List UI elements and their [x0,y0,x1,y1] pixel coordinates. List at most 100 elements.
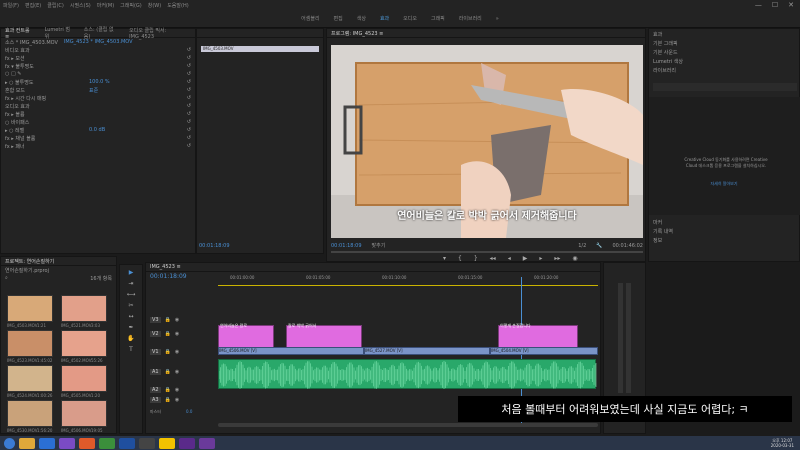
learn-more-link[interactable]: 자세히 알아보기 [689,181,759,187]
reset-icon[interactable]: ↺ [187,63,195,69]
project-thumbnail[interactable] [61,365,107,392]
effect-row[interactable]: fx ▸ 패너 ↺ [1,142,195,150]
tab-audio[interactable]: 오디오 [403,15,417,22]
lock-icon[interactable]: 🔒 [165,349,171,355]
marker-icon[interactable]: ▾ [443,255,446,262]
eye-icon[interactable]: ◉ [175,349,179,355]
step-back-icon[interactable]: ◂◂ [490,255,496,262]
hand-icon[interactable]: ✋ [127,335,134,342]
project-thumbnail[interactable] [61,330,107,357]
ripple-edit-icon[interactable]: ⟷ [127,291,136,298]
tab-effects[interactable]: 효과 [380,15,389,22]
lock-icon[interactable]: 🔒 [165,369,171,375]
right-panel-tab[interactable]: 라이브러리 [653,67,795,76]
prev-frame-icon[interactable]: ◂ [508,255,511,262]
library-search[interactable] [653,83,797,91]
photoshop-icon[interactable] [119,437,135,449]
reset-icon[interactable]: ↺ [187,47,195,53]
kakaotalk-icon[interactable] [159,437,175,449]
tab-audio-clip-mixer[interactable]: 오디오 클립 믹서: IMG_4523 [129,27,191,40]
menu-edit[interactable]: 편집(E) [25,2,41,9]
start-button-icon[interactable] [4,437,15,449]
video-clip[interactable]: IMG_4504.MOV [V] [490,347,598,355]
lock-icon[interactable]: 🔒 [165,331,171,337]
tab-editing[interactable]: 편집 [334,15,343,22]
effect-row[interactable]: ○ 바이패스 ↺ [1,118,195,126]
more-workspaces-icon[interactable]: » [496,16,499,22]
menu-sequence[interactable]: 시퀀스(S) [70,2,91,9]
tab-color[interactable]: 색상 [357,15,366,22]
effect-row[interactable]: ▸ ○ 불투명도 100.0 % ↺ [1,78,195,86]
timeline-scrollbar[interactable] [218,423,598,427]
project-thumbnail[interactable] [61,400,107,427]
track-header[interactable]: A1 🔒 ◉ [146,367,218,376]
effect-row[interactable]: fx ▸ 볼륨 ↺ [1,110,195,118]
right-panel-bottom-tab[interactable]: 마커 [653,219,673,228]
right-panel-bottom-tab[interactable]: 기록 내역 [653,228,673,237]
clock-date[interactable]: 2020-03-31 [771,443,794,448]
project-thumbnail[interactable] [7,400,53,427]
effect-row[interactable]: fx ▸ 채널 볼륨 ↺ [1,134,195,142]
project-thumbnail[interactable] [7,330,53,357]
effect-row[interactable]: fx ▾ 불투명도 ↺ [1,62,195,70]
reset-icon[interactable]: ↺ [187,103,195,109]
export-frame-icon[interactable]: ◉ [572,255,577,262]
clip-label[interactable]: IMG_4523 * IMG_4503.MOV [64,39,133,45]
out-point-icon[interactable]: } [474,255,478,262]
tab-libraries[interactable]: 라이브러리 [459,15,482,22]
video-clip[interactable]: IMG_4527.MOV [V] [364,347,490,355]
audio-clip[interactable] [218,359,598,389]
right-panel-tab[interactable]: 기본 그래픽 [653,40,795,49]
program-scrubber[interactable] [331,251,643,253]
quality-select[interactable]: 1/2 [578,243,586,249]
timeline-ruler[interactable]: 00:01:00:00 00:01:05:00 00:01:10:00 00:01:1… [218,275,598,289]
effect-row[interactable]: fx ▸ 모션 ↺ [1,54,195,62]
reset-icon[interactable]: ↺ [187,87,195,93]
right-panel-tab[interactable]: Lumetri 색상 [653,58,795,67]
close-icon[interactable]: ✕ [788,1,794,9]
menu-graphics[interactable]: 그래픽(G) [120,2,142,9]
reset-icon[interactable]: ↺ [187,71,195,77]
eye-icon[interactable]: ◉ [175,369,179,375]
tab-assembly[interactable]: 어셈블리 [301,15,319,22]
reset-icon[interactable]: ↺ [187,55,195,61]
mini-clip[interactable]: IMG_4503.MOV [201,46,319,52]
premiere2-icon[interactable] [199,437,215,449]
chrome-icon[interactable] [99,437,115,449]
track-header[interactable]: A3 🔒 ◉ [146,395,218,404]
slip-icon[interactable]: ↔ [128,313,133,320]
master-volume[interactable]: 0.0 [186,409,192,414]
reset-icon[interactable]: ↺ [187,135,195,141]
menu-marker[interactable]: 마커(M) [97,2,114,9]
step-forward-icon[interactable]: ▸▸ [554,255,560,262]
effect-row[interactable]: ○ □ ✎ ↺ [1,70,195,78]
track-header[interactable]: V2 🔒 ◉ [146,329,218,338]
tab-graphics[interactable]: 그래픽 [431,15,445,22]
reset-icon[interactable]: ↺ [187,119,195,125]
menu-window[interactable]: 창(W) [148,2,161,9]
effect-row-value[interactable]: 0.0 dB [89,127,105,133]
timeline-timecode[interactable]: 00:01:18:09 [150,273,187,280]
wrench-icon[interactable]: 🔧 [596,243,602,249]
pen-icon[interactable]: ✒ [128,324,133,331]
effect-row-value[interactable]: 표준 [89,87,98,94]
project-thumbnail[interactable] [61,295,107,322]
media-icon[interactable] [79,437,95,449]
tab-source[interactable]: 소스: (클립 없음) [84,26,119,40]
reset-icon[interactable]: ↺ [187,127,195,133]
next-frame-icon[interactable]: ▸ [539,255,542,262]
effect-row[interactable]: fx ▸ 시간 다시 매핑 ↺ [1,94,195,102]
type-icon[interactable]: T [129,346,133,353]
track-header[interactable]: A2 🔒 ◉ [146,385,218,394]
menu-clip[interactable]: 클립(C) [47,2,64,9]
razor-icon[interactable]: ✂ [128,302,133,309]
work-area-bar[interactable] [218,285,598,286]
sequence-tab[interactable]: IMG_4523 ≡ [150,264,181,270]
right-panel-tab[interactable]: 효과 [653,31,795,40]
reset-icon[interactable]: ↺ [187,111,195,117]
project-thumbnail[interactable] [7,295,53,322]
program-title[interactable]: 프로그램: IMG_4523 ≡ [331,30,383,37]
program-timecode[interactable]: 00:01:18:09 [331,243,362,249]
app-icon[interactable] [59,437,75,449]
lock-icon[interactable]: 🔒 [165,317,171,323]
